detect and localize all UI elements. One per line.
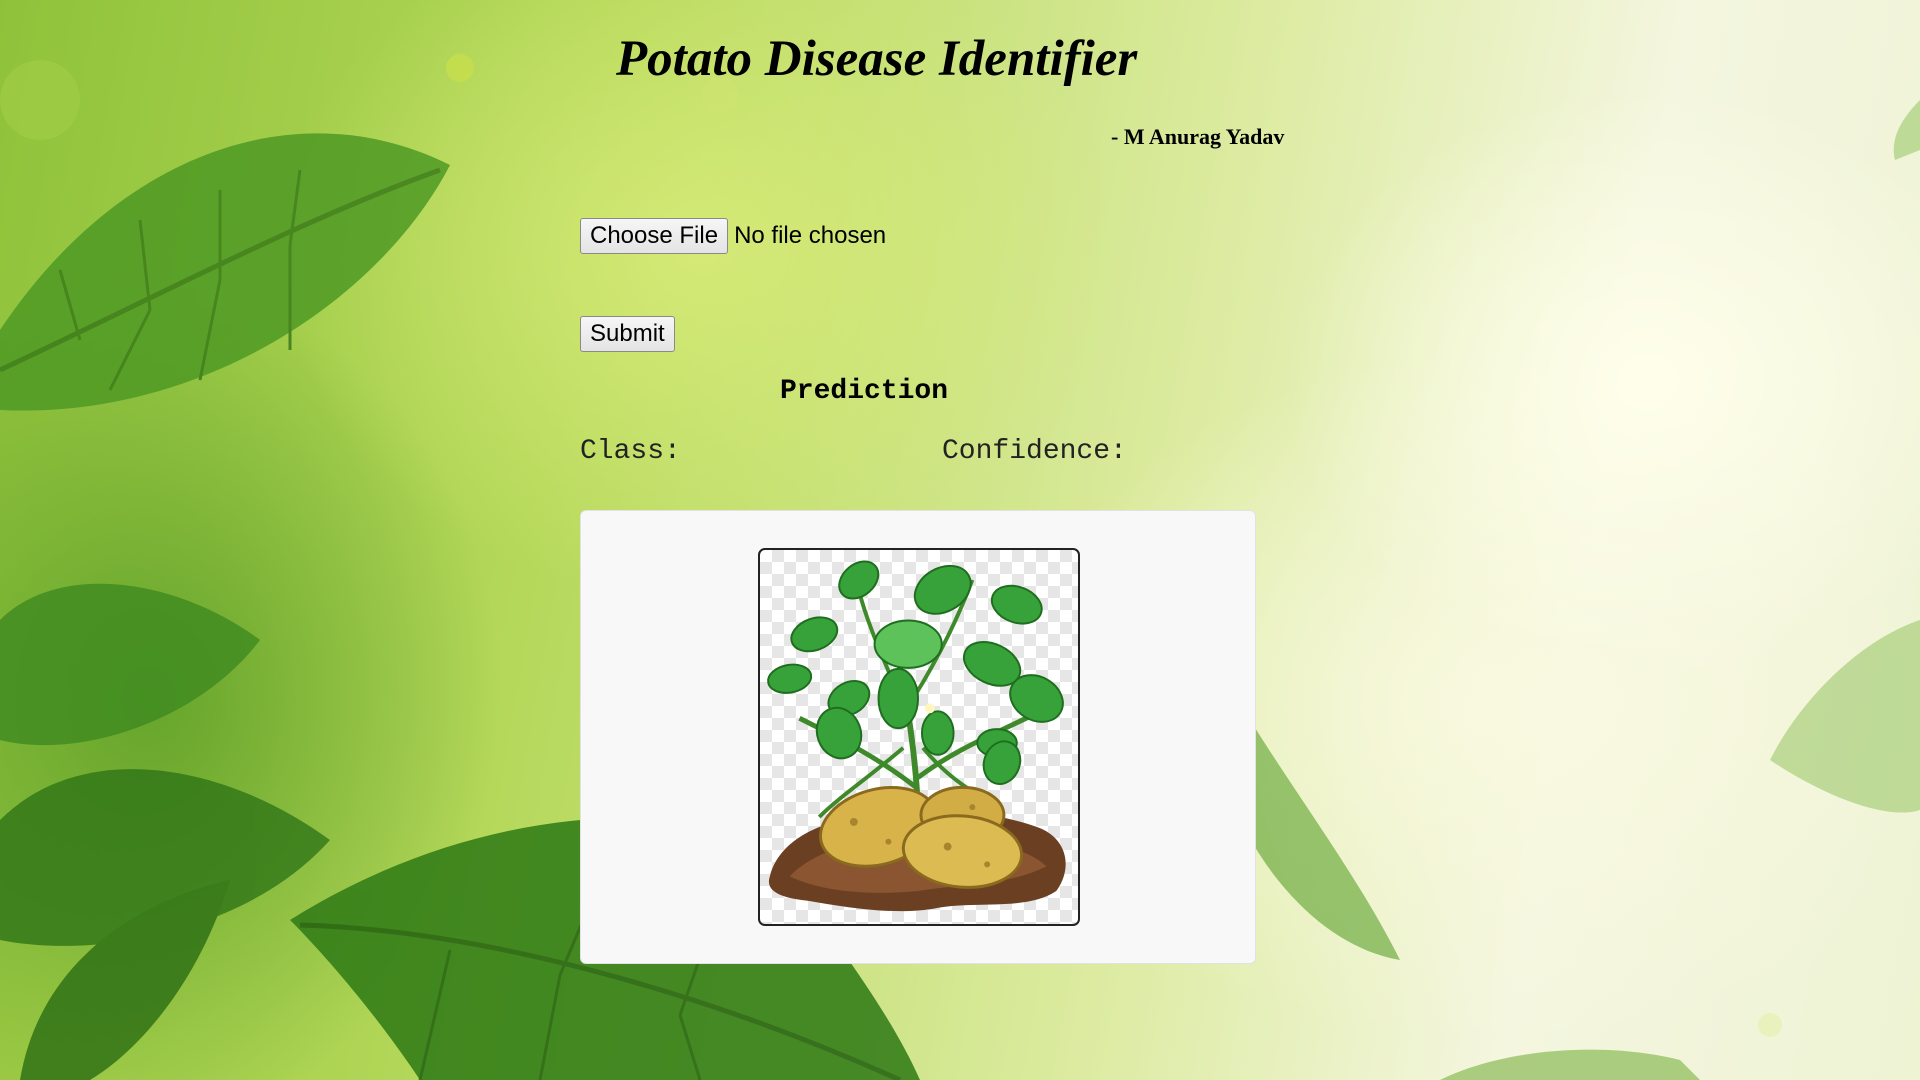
prediction-heading: Prediction	[780, 376, 949, 407]
confidence-label: Confidence:	[942, 436, 1127, 467]
class-label: Class:	[580, 436, 681, 467]
page-title: Potato Disease Identifier	[616, 31, 1138, 87]
page-content: Potato Disease Identifier - M Anurag Yad…	[0, 0, 1920, 1080]
file-input[interactable]: Choose File No file chosen	[580, 218, 886, 254]
choose-file-button[interactable]: Choose File	[580, 218, 729, 254]
file-status-text: No file chosen	[734, 222, 887, 249]
potato-plant-illustration	[767, 560, 1066, 912]
image-preview-card	[580, 510, 1256, 964]
submit-row: Submit	[580, 316, 675, 352]
author-credit: - M Anurag Yadav	[1111, 124, 1285, 149]
submit-button[interactable]: Submit	[580, 316, 675, 352]
potato-plant-icon	[758, 548, 1080, 926]
